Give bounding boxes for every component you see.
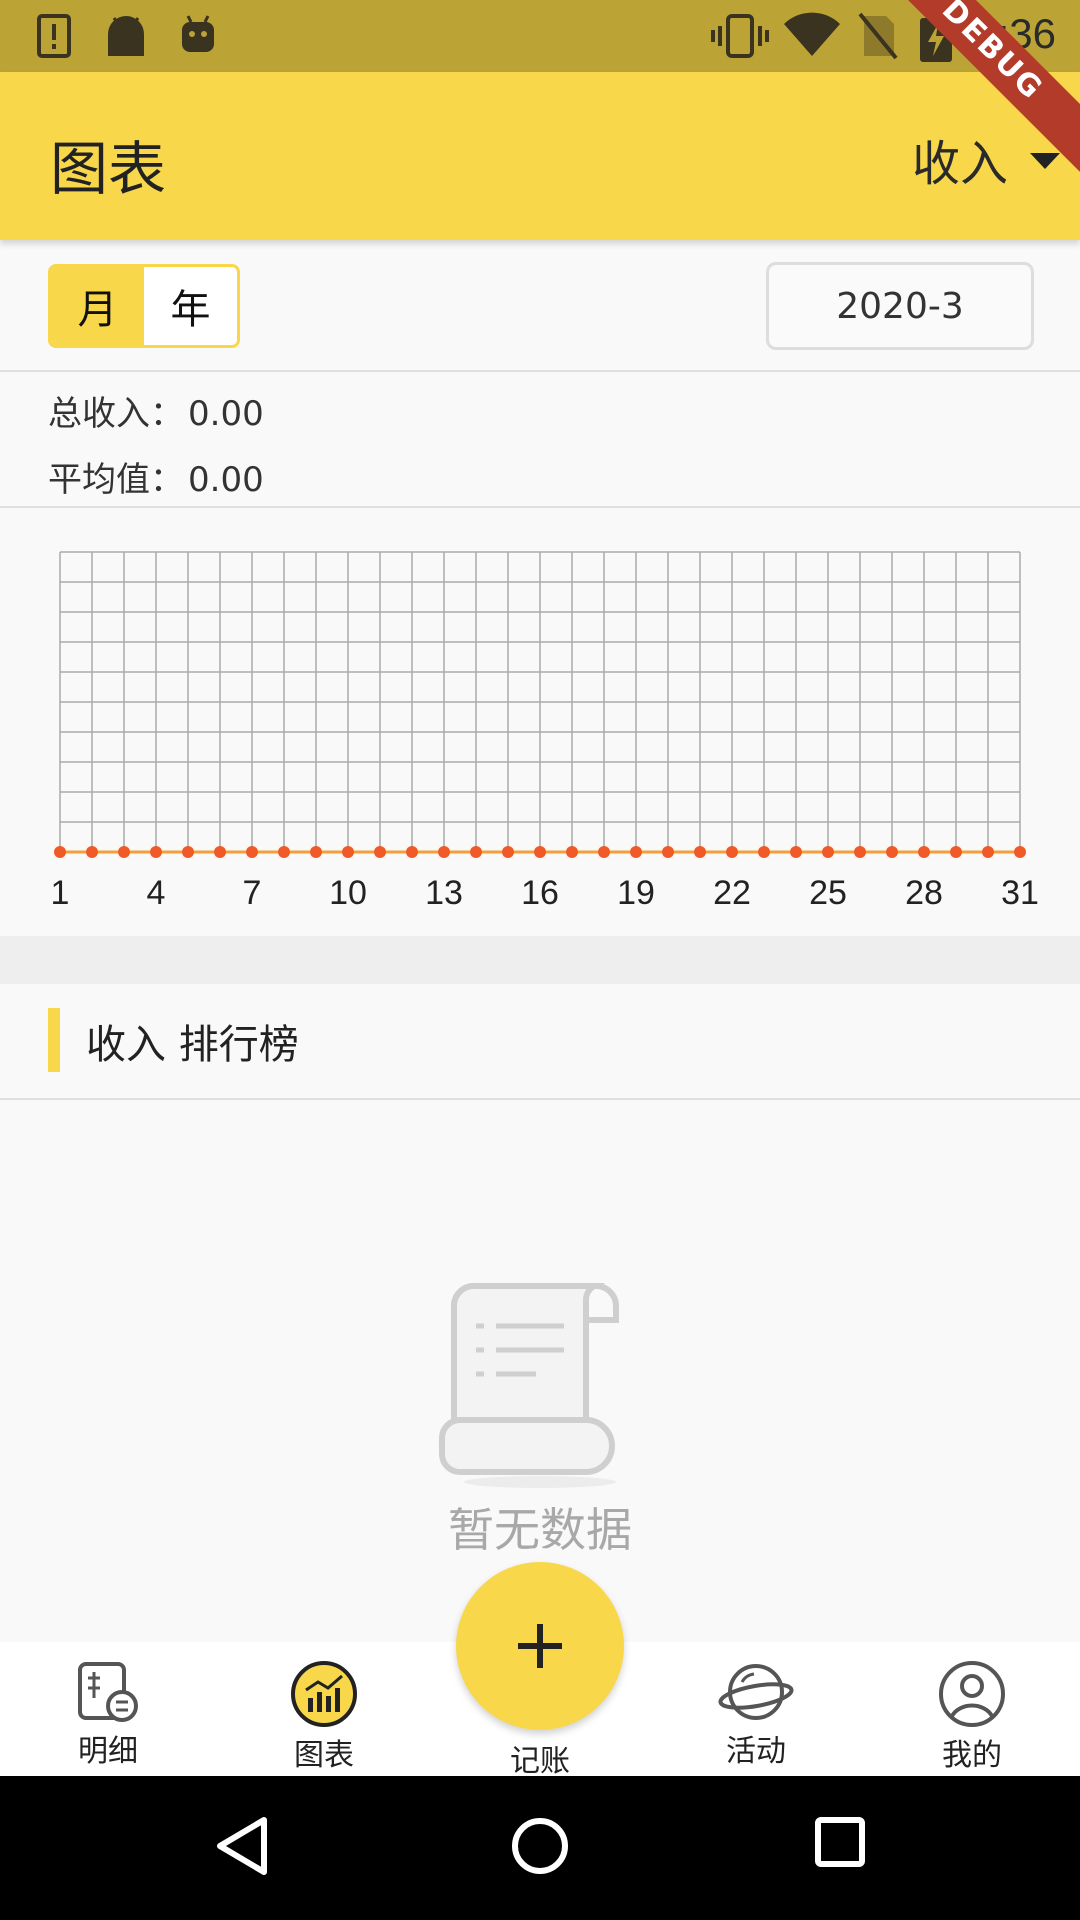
- x-tick-label: 28: [905, 874, 943, 912]
- x-tick-label: 19: [617, 874, 655, 912]
- x-tick-label: 10: [329, 874, 367, 912]
- data-point: [470, 846, 482, 858]
- person-icon: [939, 1661, 1005, 1727]
- vibrate-icon: [711, 14, 769, 58]
- x-tick-label: 4: [147, 874, 166, 912]
- plus-icon: [518, 1624, 562, 1668]
- app-bar: 图表 收入: [0, 72, 1080, 240]
- no-sim-icon: [858, 12, 898, 60]
- average-label: 平均值：: [48, 460, 184, 500]
- x-tick-label: 25: [809, 874, 847, 912]
- chart-svg: 1 4 7 10 13 16 19 22 25 28 31: [51, 551, 1039, 912]
- data-point: [694, 846, 706, 858]
- wifi-icon: [784, 12, 840, 57]
- data-point: [662, 846, 674, 858]
- x-tick-label: 13: [425, 874, 463, 912]
- data-point: [438, 846, 450, 858]
- caret-down-icon: [1030, 153, 1060, 169]
- page-title: 图表: [50, 135, 167, 203]
- system-nav-bar: [0, 1776, 1080, 1920]
- data-point: [86, 846, 98, 858]
- planet-icon: [718, 1664, 794, 1720]
- nav-item-details[interactable]: 明细: [38, 1660, 178, 1770]
- data-point: [854, 846, 866, 858]
- year-toggle[interactable]: 年: [144, 267, 237, 345]
- data-point: [758, 846, 770, 858]
- income-line-chart: 1 4 7 10 13 16 19 22 25 28 31: [0, 510, 1080, 936]
- data-point: [54, 846, 66, 858]
- nav-label: 活动: [726, 1734, 786, 1769]
- total-label: 总收入：: [48, 394, 184, 434]
- data-point: [310, 846, 322, 858]
- nav-item-mine[interactable]: 我的: [902, 1660, 1042, 1774]
- data-point: [982, 846, 994, 858]
- nav-label: 明细: [78, 1734, 138, 1769]
- data-point: [566, 846, 578, 858]
- ledger-icon: [78, 1662, 138, 1722]
- data-point: [118, 846, 130, 858]
- period-row: 月 年 2020-3: [0, 240, 1080, 372]
- average-row: 平均值： 0.00: [48, 452, 264, 501]
- data-point: [342, 846, 354, 858]
- data-point: [278, 846, 290, 858]
- data-point: [534, 846, 546, 858]
- ranking-header: 收入 排行榜: [0, 984, 1080, 1100]
- data-point: [822, 846, 834, 858]
- add-record-label: 记账: [510, 1744, 570, 1779]
- scroll-document-icon: [439, 1282, 619, 1488]
- ranking-accent-bar: [48, 1008, 60, 1072]
- type-dropdown[interactable]: 收入: [912, 124, 1060, 194]
- section-divider: [0, 936, 1080, 984]
- month-toggle[interactable]: 月: [51, 267, 144, 345]
- nav-label: 我的: [942, 1738, 1002, 1773]
- home-icon[interactable]: [510, 1816, 570, 1876]
- alert-icon: [37, 14, 71, 58]
- x-tick-label: 16: [521, 874, 559, 912]
- period-toggle: 月 年: [48, 264, 240, 348]
- total-value: 0.00: [188, 394, 264, 434]
- data-point: [790, 846, 802, 858]
- nav-item-activities[interactable]: 活动: [686, 1660, 826, 1770]
- add-record-button[interactable]: [456, 1562, 624, 1730]
- x-tick-label: 7: [243, 874, 262, 912]
- nav-item-charts[interactable]: 图表: [254, 1660, 394, 1774]
- total-row: 总收入： 0.00: [48, 386, 264, 435]
- data-point: [246, 846, 258, 858]
- x-tick-label: 1: [51, 874, 70, 912]
- data-point: [1014, 846, 1026, 858]
- type-dropdown-value: 收入: [911, 136, 1008, 192]
- x-tick-label: 31: [1001, 874, 1039, 912]
- recents-icon[interactable]: [814, 1816, 866, 1868]
- data-point: [918, 846, 930, 858]
- chart-icon: [291, 1661, 357, 1727]
- date-picker-button[interactable]: 2020-3: [766, 262, 1034, 350]
- nav-label: 图表: [294, 1738, 354, 1773]
- data-point: [406, 846, 418, 858]
- data-point: [214, 846, 226, 858]
- data-point: [502, 846, 514, 858]
- android-icon: [108, 16, 144, 56]
- data-point: [950, 846, 962, 858]
- data-point: [886, 846, 898, 858]
- data-point: [630, 846, 642, 858]
- average-value: 0.00: [188, 460, 264, 500]
- x-tick-label: 22: [713, 874, 751, 912]
- back-icon[interactable]: [214, 1816, 270, 1876]
- data-point: [374, 846, 386, 858]
- data-point: [150, 846, 162, 858]
- ranking-title: 收入 排行榜: [86, 1022, 299, 1068]
- android-robot-icon: [182, 15, 214, 52]
- data-point: [182, 846, 194, 858]
- data-point: [726, 846, 738, 858]
- data-point: [598, 846, 610, 858]
- summary: 总收入： 0.00 平均值： 0.00: [0, 372, 1080, 508]
